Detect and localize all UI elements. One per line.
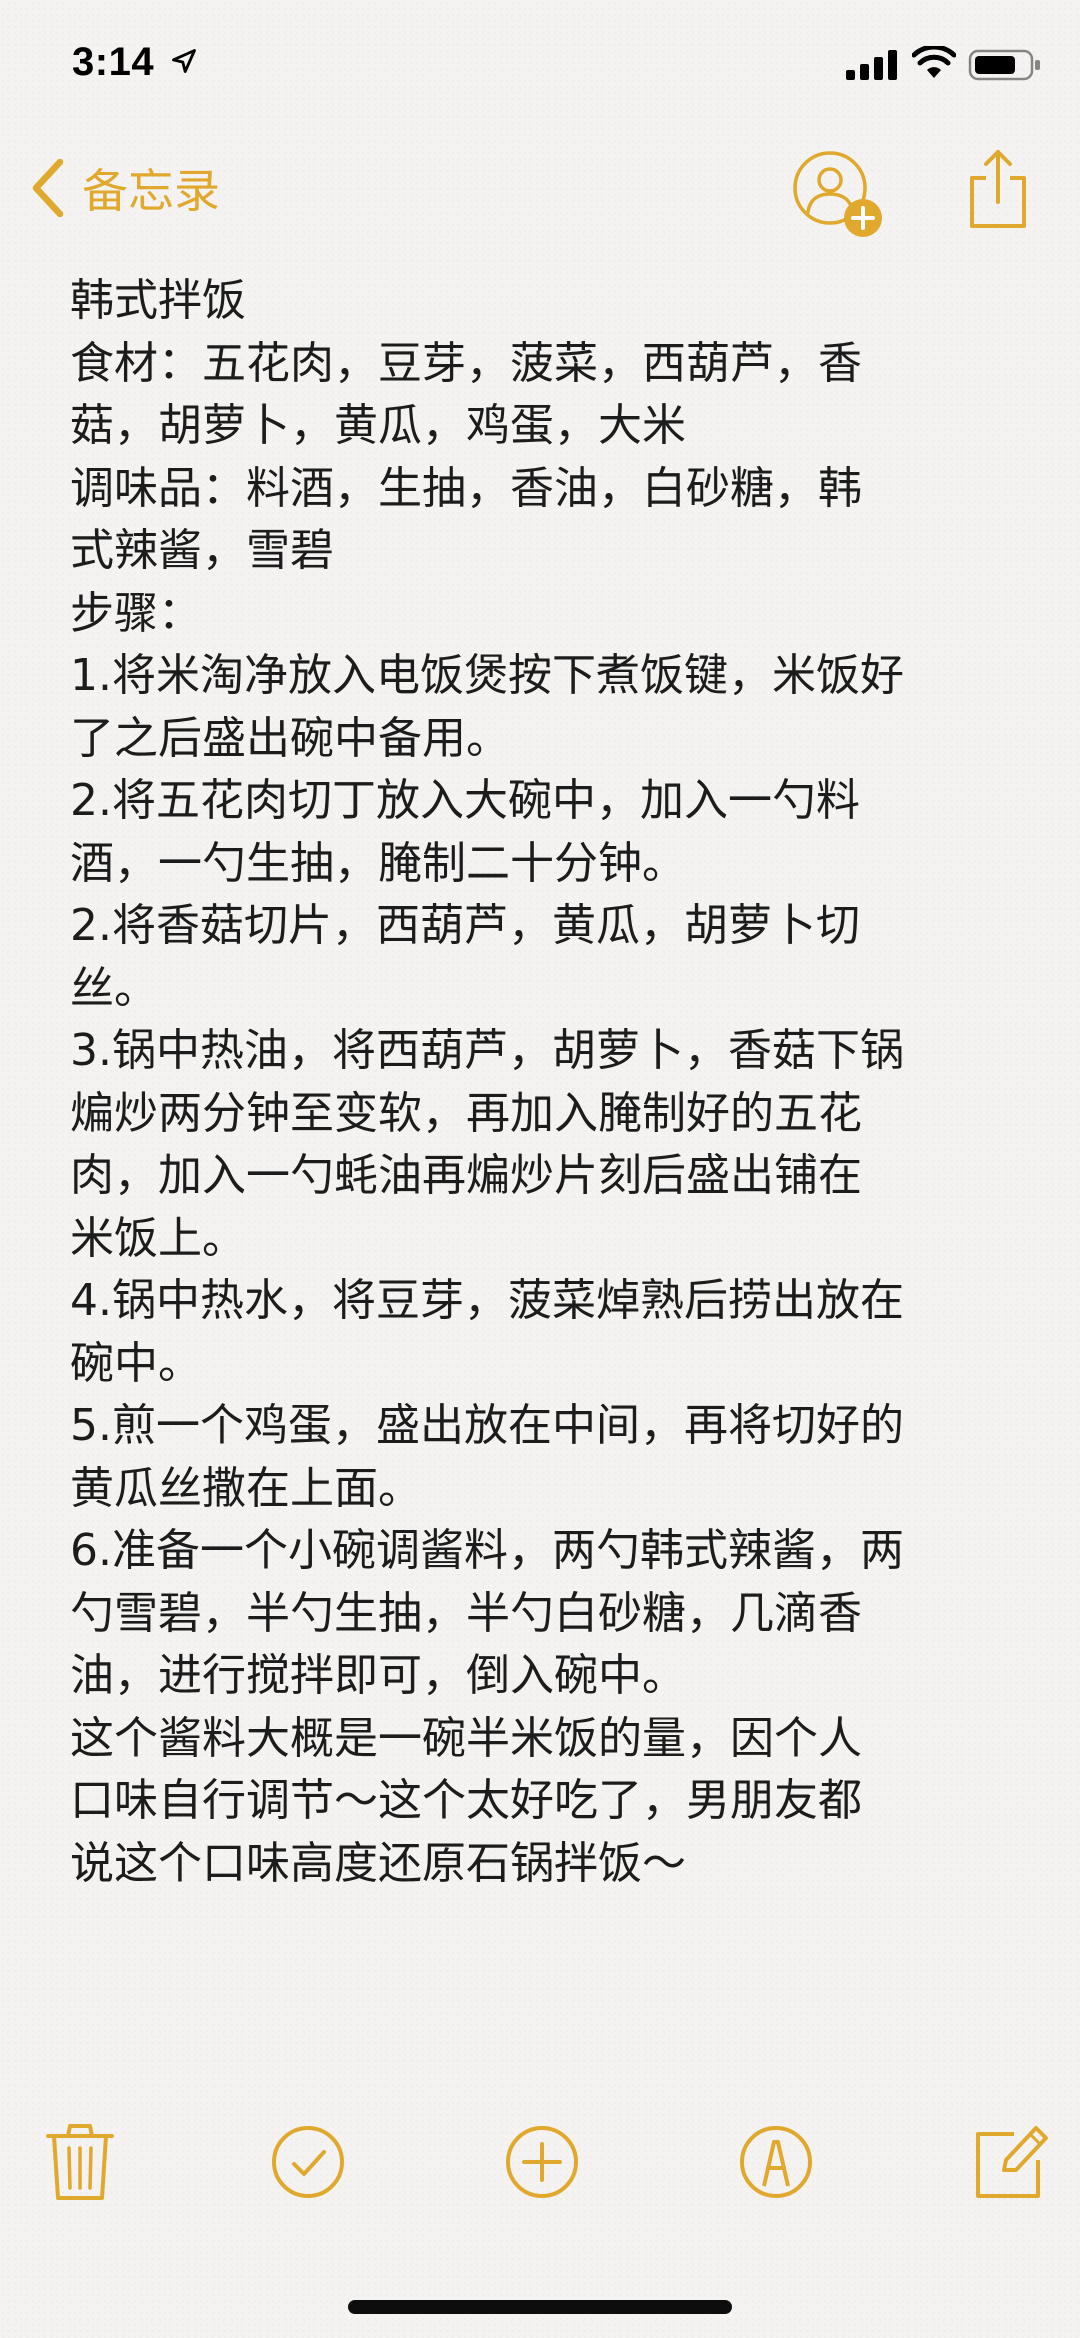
chevron-left-icon (32, 158, 64, 218)
note-line: 肉，加入一勺蚝油再煸炒片刻后盛出铺在 (70, 1150, 862, 1201)
add-person-icon[interactable] (790, 148, 886, 244)
note-line: 说这个口味高度还原石锅拌饭～ (70, 1837, 686, 1889)
note-line: 黄瓜丝撒在上面。 (70, 1462, 422, 1514)
trash-icon[interactable] (38, 2120, 122, 2204)
note-line: 米饭上。 (70, 1212, 246, 1264)
note-line: 3.锅中热油，将西葫芦，胡萝卜，香菇下锅 (70, 1025, 904, 1076)
note-line: 口味自行调节～这个太好吃了，男朋友都 (70, 1775, 862, 1826)
wifi-icon (912, 46, 956, 78)
note-line: 勺雪碧，半勺生抽，半勺白砂糖，几滴香 (70, 1587, 862, 1639)
note-line: 煸炒两分钟至变软，再加入腌制好的五花 (70, 1087, 862, 1139)
home-indicator[interactable] (348, 2300, 732, 2314)
note-line: 步骤： (70, 587, 202, 639)
add-icon[interactable] (500, 2120, 584, 2204)
note-line: 这个酱料大概是一碗半米饭的量，因个人 (70, 1712, 862, 1764)
compose-icon[interactable] (968, 2120, 1052, 2204)
note-line: 1.将米淘净放入电饭煲按下煮饭键，米饭好 (70, 650, 904, 701)
note-line: 油，进行搅拌即可，倒入碗中。 (70, 1650, 686, 1701)
note-line: 4.锅中热水，将豆芽，菠菜焯熟后捞出放在 (70, 1275, 904, 1326)
note-line: 2.将香菇切片，西葫芦，黄瓜，胡萝卜切 (70, 900, 860, 951)
note-line: 5.煎一个鸡蛋，盛出放在中间，再将切好的 (70, 1400, 904, 1451)
share-icon[interactable] (966, 146, 1030, 232)
note-line: 酒，一勺生抽，腌制二十分钟。 (70, 837, 686, 889)
nav-bar: 备忘录 (0, 130, 1080, 250)
markup-icon[interactable] (734, 2120, 818, 2204)
note-line: 碗中。 (70, 1337, 202, 1389)
note-line: 食材：五花肉，豆芽，菠菜，西葫芦，香 (70, 337, 862, 389)
note-line: 了之后盛出碗中备用。 (70, 712, 510, 764)
note-body[interactable]: 韩式拌饭 食材：五花肉，豆芽，菠菜，西葫芦，香 菇，胡萝卜，黄瓜，鸡蛋，大米 调… (70, 270, 1020, 1895)
status-time: 3:14 (72, 40, 155, 84)
status-bar: 3:14 (0, 0, 1080, 130)
note-title: 韩式拌饭 (70, 275, 246, 326)
note-line: 式辣酱，雪碧 (70, 525, 334, 576)
back-label: 备忘录 (82, 164, 220, 218)
back-button[interactable]: 备忘录 (28, 150, 220, 226)
battery-icon (968, 49, 1040, 81)
checklist-icon[interactable] (266, 2120, 350, 2204)
cellular-signal-icon (846, 50, 897, 80)
location-arrow-icon (172, 49, 196, 73)
note-line: 调味品：料酒，生抽，香油，白砂糖，韩 (70, 462, 862, 514)
note-line: 菇，胡萝卜，黄瓜，鸡蛋，大米 (70, 400, 686, 451)
note-line: 2.将五花肉切丁放入大碗中，加入一勺料 (70, 775, 860, 826)
note-line: 丝。 (70, 962, 158, 1014)
note-line: 6.准备一个小碗调酱料，两勺韩式辣酱，两 (70, 1525, 904, 1576)
